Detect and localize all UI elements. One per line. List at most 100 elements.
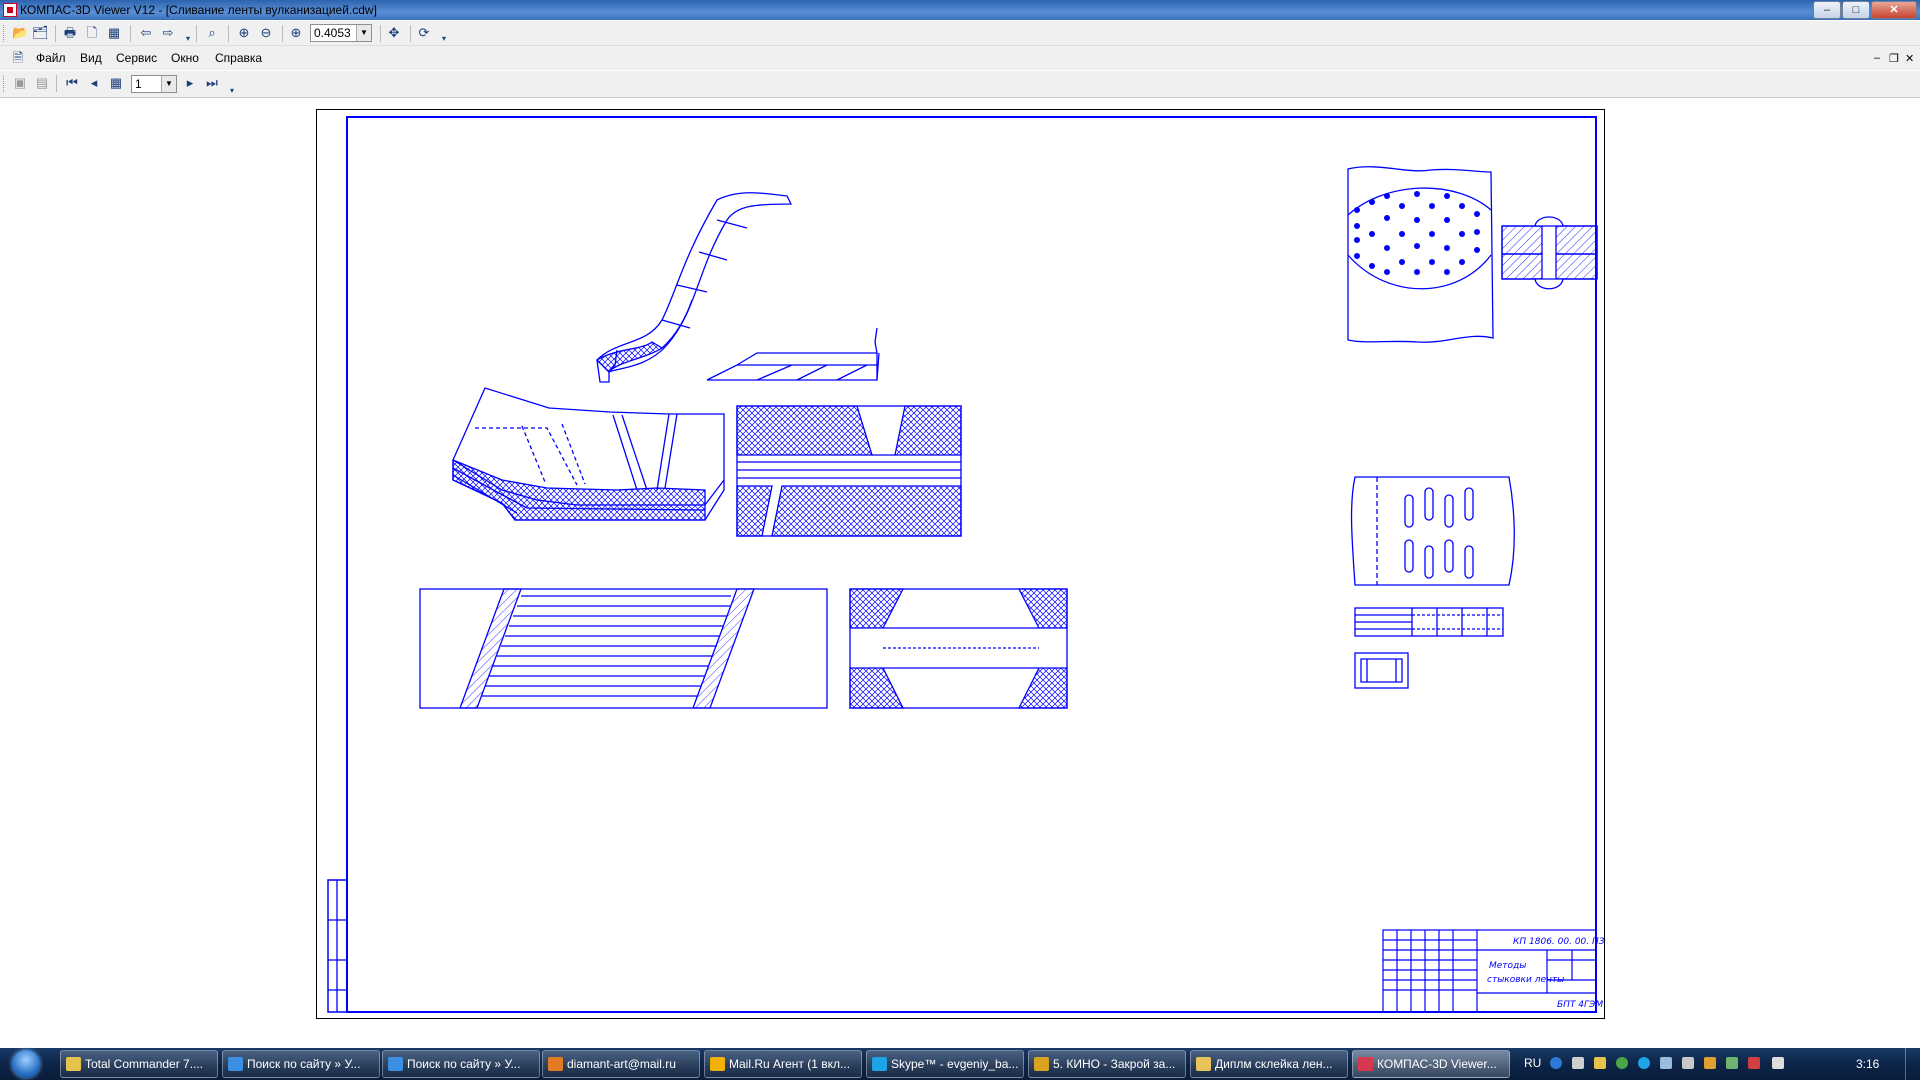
toolbar-separator [196,25,197,42]
document-icon[interactable]: 🗎 [10,50,26,66]
taskbar-button[interactable]: Skype™ - evgeniy_ba... [866,1050,1024,1078]
zoom-frame-icon[interactable]: ⌕ [204,25,220,41]
mdi-close-button[interactable]: ✕ [1905,52,1914,65]
tray-flag-icon[interactable] [1682,1057,1694,1069]
menu-help[interactable]: Справка [215,51,262,65]
taskbar-clock[interactable]: 3:16 [1856,1057,1879,1071]
tray-network-icon[interactable] [1660,1057,1672,1069]
window-title: КОМПАС-3D Viewer V12 - [Сливание ленты в… [20,3,377,17]
taskbar-button[interactable]: diamant-art@mail.ru [542,1050,700,1078]
taskbar-button[interactable]: КОМПАС-3D Viewer... [1352,1050,1510,1078]
tray-agent-icon[interactable] [1616,1057,1628,1069]
kompas-icon [1358,1057,1373,1071]
taskbar-button[interactable]: 5. КИНО - Закрой за... [1028,1050,1186,1078]
toolbar-overflow-icon[interactable]: ▾ [180,31,196,47]
open-folder-icon[interactable]: 📂 [12,25,28,41]
zoom-in-icon[interactable]: ⊕ [236,25,252,41]
toolbar-separator [228,25,229,42]
folder-icon [1196,1057,1211,1071]
taskbar-button[interactable]: Поиск по сайту » У... [382,1050,540,1078]
taskbar-button-label: Skype™ - evgeniy_ba... [891,1057,1019,1071]
drawing-canvas[interactable]: КП 1806. 00. 00. ПЗ Методы стыковки лент… [317,110,1604,1018]
total-commander-icon [66,1057,81,1071]
first-page-icon[interactable]: ⏮ [64,75,80,91]
toolbar-grip[interactable] [3,25,7,42]
view-section-wedges [736,405,962,537]
help-icon[interactable] [1550,1057,1562,1069]
next-page-icon[interactable]: ▸ [182,75,198,91]
taskbar-button-label: Total Commander 7.... [85,1057,204,1071]
layer-state-icon[interactable]: ▤ [34,75,50,91]
zoom-scale-input[interactable]: 0.4053 ▼ [310,24,372,42]
view-stepped-joint [452,387,725,521]
ie-icon [388,1057,403,1071]
layers-icon[interactable]: ▣ [12,75,28,91]
windows-taskbar: Total Commander 7.... Поиск по сайту » У.… [0,1048,1920,1080]
print-preview-icon[interactable]: 🗋 [84,25,100,41]
mdi-restore-button[interactable]: ❐ [1889,52,1899,65]
taskbar-button-label: Поиск по сайту » У... [407,1057,521,1071]
properties-icon[interactable]: ▦ [106,25,122,41]
toolbar-separator [282,25,283,42]
print-icon[interactable]: 🖶 [62,25,78,41]
toolbar-grip[interactable] [3,75,7,92]
tray-winamp-icon[interactable] [1704,1057,1716,1069]
zoom-out-icon[interactable]: ⊖ [258,25,274,41]
taskbar-button[interactable]: Total Commander 7.... [60,1050,218,1078]
close-button[interactable]: ✕ [1871,1,1917,19]
kompas-app-icon [3,3,17,17]
forward-arrow-icon[interactable]: ⇨ [160,25,176,41]
pages-toolbar: ▣ ▤ ⏮ ◂ ▦ 1 ▼ ▸ ⏭ ▾ [0,71,1920,98]
chevron-down-icon[interactable]: ▼ [161,76,176,92]
view-belt-twist [595,192,880,383]
menu-service[interactable]: Сервис [116,51,157,65]
menu-view[interactable]: Вид [80,51,102,65]
tray-app-icon[interactable] [1594,1057,1606,1069]
taskbar-button-label: Диплм склейка лен... [1215,1057,1333,1071]
menu-file[interactable]: Файл [36,51,66,65]
zoom-scale-icon[interactable]: ⊕ [288,25,304,41]
tray-security-icon[interactable] [1748,1057,1760,1069]
sheet-frame [346,116,1597,1013]
view-section-trapezoid [849,588,1068,709]
firefox-icon [548,1057,563,1071]
back-arrow-icon[interactable]: ⇦ [138,25,154,41]
taskbar-button-label: 5. КИНО - Закрой за... [1053,1057,1176,1071]
view-slotted-plate [1350,476,1515,689]
taskbar-button-label: diamant-art@mail.ru [567,1057,676,1071]
taskbar-button[interactable]: Поиск по сайту » У... [222,1050,380,1078]
windows-logo-icon [12,1050,40,1078]
show-desktop-button[interactable] [1905,1048,1920,1080]
chevron-down-icon[interactable]: ▼ [356,25,371,41]
minimize-button[interactable]: – [1813,1,1841,19]
toolbar-overflow-icon[interactable]: ▾ [224,83,240,99]
drawing-sheet[interactable]: КП 1806. 00. 00. ПЗ Методы стыковки лент… [316,109,1605,1019]
previous-page-icon[interactable]: ◂ [86,75,102,91]
refresh-view-icon[interactable]: ⟳ [416,25,432,41]
pages-grid-icon[interactable]: ▦ [108,75,124,91]
taskbar-button[interactable]: Диплм склейка лен... [1190,1050,1348,1078]
tray-arrow-icon[interactable] [1572,1057,1584,1069]
view-finger-splice [419,588,828,709]
title-block-organization: БПТ 4ГЭМ [1557,1000,1603,1010]
last-page-icon[interactable]: ⏭ [204,75,220,91]
window-titlebar[interactable]: КОМПАС-3D Viewer V12 - [Сливание ленты в… [0,0,1920,20]
toolbar-overflow-icon[interactable]: ▾ [436,31,452,47]
start-button[interactable] [4,1048,48,1080]
tray-battery-icon[interactable] [1726,1057,1738,1069]
skype-icon [872,1057,887,1071]
page-number-input[interactable]: 1 ▼ [131,75,177,93]
tray-skype-icon[interactable] [1638,1057,1650,1069]
menu-window[interactable]: Окно [171,51,199,65]
mdi-minimize-button[interactable]: – [1874,52,1880,64]
taskbar-button-label: КОМПАС-3D Viewer... [1377,1057,1497,1071]
taskbar-button[interactable]: Mail.Ru Агент (1 вкл... [704,1050,862,1078]
volume-icon[interactable] [1772,1057,1784,1069]
language-indicator[interactable]: RU [1524,1056,1541,1070]
open-recent-icon[interactable]: 🗂 [32,25,49,41]
toolbar-separator [130,25,131,42]
pan-icon[interactable]: ✥ [386,25,402,41]
page-number-value: 1 [135,77,142,91]
title-block-title-line1: Методы [1489,961,1526,971]
maximize-button[interactable]: □ [1842,1,1870,19]
